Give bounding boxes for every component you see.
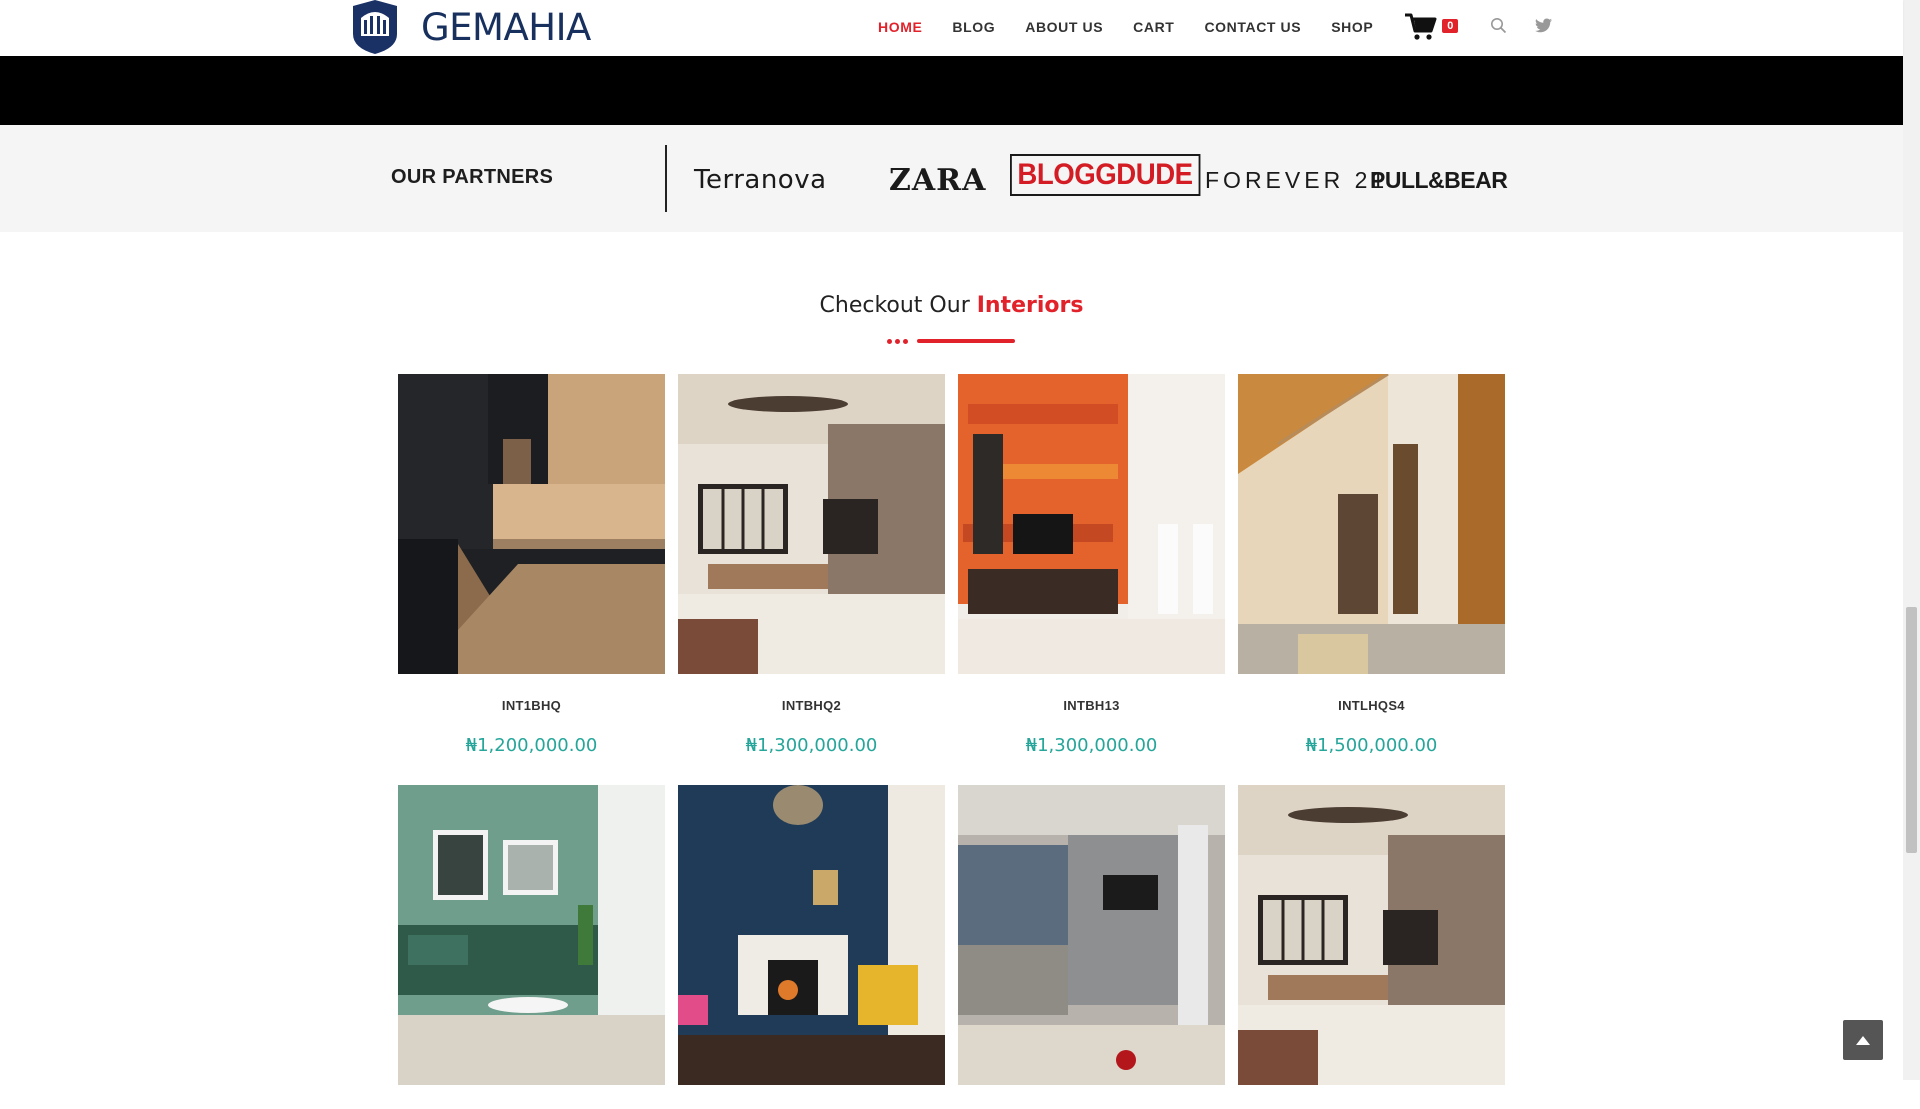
logo-icon (353, 0, 397, 54)
partners-divider (665, 145, 667, 212)
product-card[interactable] (398, 785, 665, 1109)
chevron-up-icon (1856, 1035, 1870, 1045)
section-title: Checkout Our Interiors (0, 293, 1903, 318)
product-image[interactable] (1238, 785, 1505, 1085)
partner-logo-terranova[interactable]: Terranova (694, 165, 827, 195)
product-card[interactable]: INT1BHQ ₦1,200,000.00 (398, 374, 665, 756)
divider-dot (895, 338, 900, 344)
divider-line (917, 339, 1015, 343)
nav-contact-us[interactable]: CONTACT US (1204, 19, 1301, 35)
site-logo[interactable]: GEMAHIA (349, 0, 591, 54)
divider-dot (887, 338, 892, 344)
partners-section: OUR PARTNERS Terranova ZARA BLOGGDUDE FO… (0, 125, 1903, 232)
partner-logo-pullbear[interactable]: PULL&BEAR (1370, 167, 1508, 194)
cart-icon (1405, 13, 1437, 40)
product-name[interactable]: INTBHQ2 (678, 698, 945, 713)
product-image[interactable] (678, 785, 945, 1085)
product-image[interactable] (1238, 374, 1505, 674)
nav-shop[interactable]: SHOP (1331, 19, 1373, 35)
back-to-top-button[interactable] (1843, 1020, 1883, 1060)
product-name[interactable]: INT1BHQ (398, 698, 665, 713)
product-card[interactable]: INTLHQS4 ₦1,500,000.00 (1238, 374, 1505, 756)
partner-logo-zara[interactable]: ZARA (889, 163, 986, 198)
product-name[interactable]: INTLHQS4 (1238, 698, 1505, 713)
section-title-accent: Interiors (976, 293, 1084, 318)
nav-about-us[interactable]: ABOUT US (1025, 19, 1103, 35)
cart-count-badge: 0 (1442, 19, 1459, 33)
product-image[interactable] (398, 785, 665, 1085)
page-scrollbar[interactable] (1903, 0, 1920, 1080)
product-card[interactable] (678, 785, 945, 1109)
product-price: ₦1,300,000.00 (1025, 735, 1158, 756)
product-price: ₦1,500,000.00 (1305, 735, 1438, 756)
product-card[interactable] (1238, 785, 1505, 1109)
nav-home[interactable]: HOME (878, 19, 922, 35)
search-icon[interactable] (1490, 17, 1507, 34)
product-image[interactable] (958, 785, 1225, 1085)
section-title-prefix: Checkout Our (819, 293, 970, 318)
product-card[interactable]: INTBHQ2 ₦1,300,000.00 (678, 374, 945, 756)
hero-band (0, 56, 1903, 125)
product-card[interactable]: INTBH13 ₦1,300,000.00 (958, 374, 1225, 756)
scrollbar-thumb[interactable] (1906, 607, 1917, 853)
divider-dot (903, 338, 908, 344)
product-image[interactable] (678, 374, 945, 674)
nav-blog[interactable]: BLOG (952, 19, 995, 35)
product-card[interactable] (958, 785, 1225, 1109)
product-price: ₦1,300,000.00 (745, 735, 878, 756)
site-header: GEMAHIA HOME BLOG ABOUT US CART CONTACT … (0, 0, 1903, 56)
partner-logo-forever21[interactable]: FOREVER 21 (1205, 167, 1388, 194)
product-name[interactable]: INTBH13 (958, 698, 1225, 713)
nav-cart[interactable]: CART (1133, 19, 1174, 35)
title-divider (887, 338, 1015, 344)
product-price: ₦1,200,000.00 (465, 735, 598, 756)
product-image[interactable] (398, 374, 665, 674)
cart-button[interactable]: 0 (1405, 13, 1459, 41)
product-image[interactable] (958, 374, 1225, 674)
twitter-icon[interactable] (1535, 18, 1552, 33)
logo-text: GEMAHIA (421, 5, 591, 49)
main-nav: HOME BLOG ABOUT US CART CONTACT US SHOP … (878, 0, 1459, 54)
partners-title: OUR PARTNERS (391, 166, 554, 188)
partner-logo-bloggdude[interactable]: BLOGGDUDE (1010, 154, 1200, 196)
